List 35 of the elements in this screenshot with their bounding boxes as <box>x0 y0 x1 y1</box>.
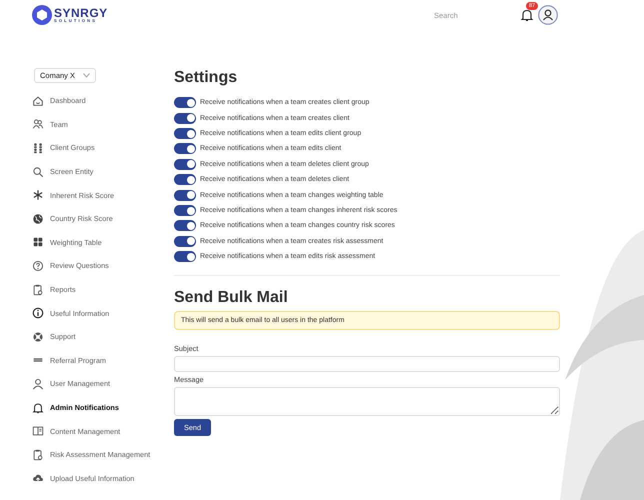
globe-icon <box>32 212 44 225</box>
toggle-switch[interactable] <box>174 251 196 262</box>
clipboard-icon <box>32 448 44 461</box>
book-icon <box>32 425 44 438</box>
bulk-mail-heading: Send Bulk Mail <box>174 288 289 308</box>
question-icon <box>32 260 44 272</box>
message-field[interactable] <box>174 386 560 416</box>
settings-heading: Settings <box>174 68 238 88</box>
logo-icon <box>32 5 52 25</box>
clipboard-icon <box>32 284 44 296</box>
toggle-switch[interactable] <box>174 97 196 108</box>
people-icon <box>32 118 44 130</box>
toggle-switch[interactable] <box>174 174 196 186</box>
toggle-switch[interactable] <box>174 112 196 124</box>
asterisk-icon <box>32 189 44 202</box>
subject-field[interactable] <box>174 356 560 372</box>
lifebuoy-icon <box>32 330 44 343</box>
search-icon <box>32 166 44 178</box>
toggle-switch[interactable] <box>174 205 196 216</box>
bell-icon[interactable] <box>520 8 534 22</box>
toggle-switch[interactable] <box>174 236 196 247</box>
logo-name: SYNRGY <box>54 7 108 19</box>
toggle-switch[interactable] <box>174 143 196 154</box>
home-icon <box>32 94 44 107</box>
chevron-down-icon <box>83 73 90 78</box>
info-icon <box>32 307 44 320</box>
bell-icon <box>32 402 44 414</box>
toggle-switch[interactable] <box>174 220 196 232</box>
toggle-switch[interactable] <box>174 128 196 140</box>
people-grid-icon <box>32 142 44 154</box>
toggle-switch[interactable] <box>174 158 196 170</box>
grid-icon <box>32 236 44 248</box>
toggle-switch[interactable] <box>174 190 196 201</box>
avatar-icon[interactable] <box>538 5 558 25</box>
person-icon <box>32 378 44 390</box>
